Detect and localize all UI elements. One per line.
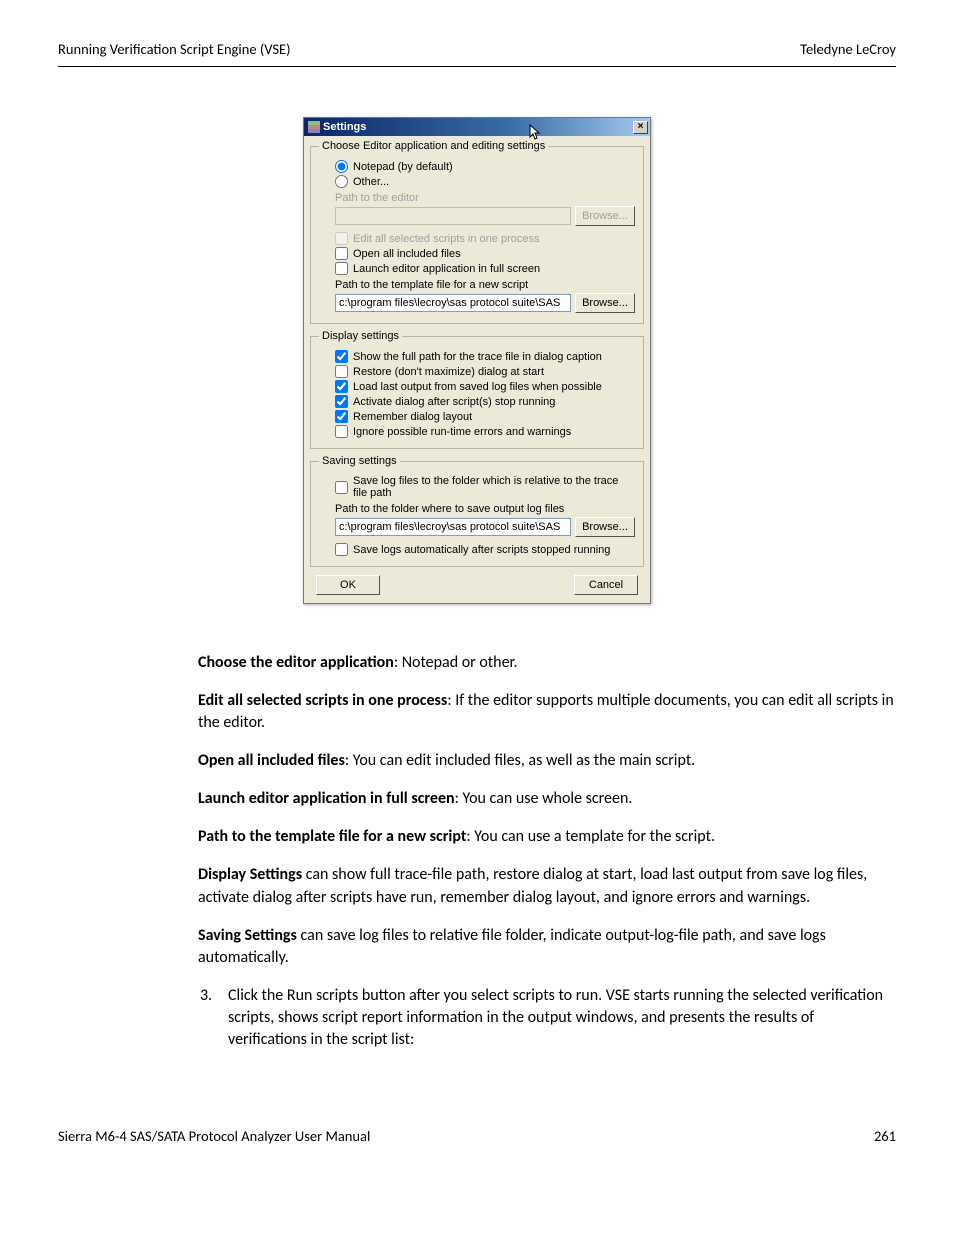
editor-group: Choose Editor application and editing se…: [310, 140, 644, 324]
settings-dialog: Settings × Choose Editor application and…: [303, 117, 651, 604]
footer-page-number: 261: [874, 1127, 896, 1145]
browse-log-button[interactable]: Browse...: [575, 517, 635, 537]
chk-open-all-label: Open all included files: [353, 248, 461, 260]
chk-activate-label: Activate dialog after script(s) stop run…: [353, 396, 555, 408]
radio-other-label: Other...: [353, 176, 389, 188]
template-path-input[interactable]: [335, 294, 571, 312]
chk-autosave[interactable]: [335, 543, 348, 556]
browse-template-button[interactable]: Browse...: [575, 293, 635, 313]
chk-ignore-label: Ignore possible run-time errors and warn…: [353, 426, 571, 438]
chk-open-all[interactable]: [335, 247, 348, 260]
display-group-legend: Display settings: [319, 330, 402, 342]
chk-loadlast[interactable]: [335, 380, 348, 393]
chk-fullscreen[interactable]: [335, 262, 348, 275]
editor-group-legend: Choose Editor application and editing se…: [319, 140, 548, 152]
dialog-titlebar: Settings ×: [304, 118, 650, 136]
saving-group-legend: Saving settings: [319, 455, 400, 467]
chk-fullpath[interactable]: [335, 350, 348, 363]
saving-group: Saving settings Save log files to the fo…: [310, 455, 644, 567]
step-3: Click the Run scripts button after you s…: [222, 985, 896, 1051]
chk-loadlast-label: Load last output from saved log files wh…: [353, 381, 602, 393]
chk-relative[interactable]: [335, 481, 348, 494]
chk-relative-label: Save log files to the folder which is re…: [353, 475, 635, 499]
chk-ignore[interactable]: [335, 425, 348, 438]
para-display: Display Settings can show full trace-fil…: [198, 864, 896, 908]
chk-autosave-label: Save logs automatically after scripts st…: [353, 544, 610, 556]
chk-restore[interactable]: [335, 365, 348, 378]
radio-notepad[interactable]: [335, 160, 348, 173]
ok-button[interactable]: OK: [316, 575, 380, 595]
header-left: Running Verification Script Engine (VSE): [58, 40, 291, 58]
para-template: Path to the template file for a new scri…: [198, 826, 896, 848]
para-choose-editor: Choose the editor application: Notepad o…: [198, 652, 896, 674]
cancel-button[interactable]: Cancel: [574, 575, 638, 595]
chk-remember[interactable]: [335, 410, 348, 423]
chk-remember-label: Remember dialog layout: [353, 411, 472, 423]
para-edit-all: Edit all selected scripts in one process…: [198, 690, 896, 734]
close-button[interactable]: ×: [633, 121, 648, 134]
footer-left: Sierra M6-4 SAS/SATA Protocol Analyzer U…: [58, 1127, 370, 1145]
chk-edit-all-label: Edit all selected scripts in one process: [353, 233, 539, 245]
para-open-all: Open all included files: You can edit in…: [198, 750, 896, 772]
settings-icon: [308, 121, 320, 133]
log-folder-input[interactable]: [335, 518, 571, 536]
radio-notepad-label: Notepad (by default): [353, 161, 453, 173]
editor-path-input: [335, 207, 571, 225]
chk-fullpath-label: Show the full path for the trace file in…: [353, 351, 602, 363]
header-right: Teledyne LeCroy: [800, 40, 896, 58]
radio-other[interactable]: [335, 175, 348, 188]
log-folder-label: Path to the folder where to save output …: [335, 503, 635, 515]
chk-activate[interactable]: [335, 395, 348, 408]
para-saving: Saving Settings can save log files to re…: [198, 925, 896, 969]
browse-editor-button: Browse...: [575, 206, 635, 226]
chk-restore-label: Restore (don't maximize) dialog at start: [353, 366, 544, 378]
display-group: Display settings Show the full path for …: [310, 330, 644, 449]
editor-path-label: Path to the editor: [335, 192, 635, 204]
dialog-title: Settings: [323, 121, 366, 133]
para-fullscreen: Launch editor application in full screen…: [198, 788, 896, 810]
chk-fullscreen-label: Launch editor application in full screen: [353, 263, 540, 275]
template-path-label: Path to the template file for a new scri…: [335, 279, 635, 291]
chk-edit-all: [335, 232, 348, 245]
